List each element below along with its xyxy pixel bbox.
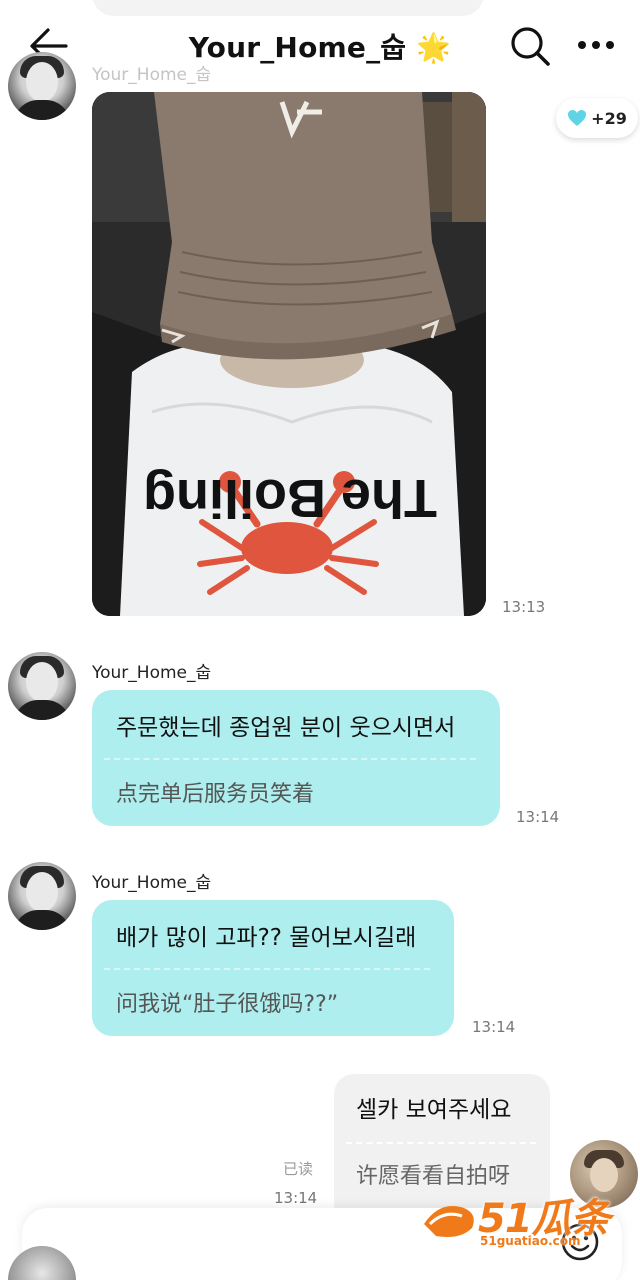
message-time: 13:14 bbox=[274, 1189, 318, 1207]
sender-name: Your_Home_숩 bbox=[92, 663, 212, 683]
message-time: 13:14 bbox=[516, 808, 560, 826]
message-original-text: 배가 많이 고파?? 물어보시길래 bbox=[116, 925, 417, 951]
message-original-text: 주문했는데 종업원 분이 웃으시면서 bbox=[116, 715, 456, 741]
message-bubble[interactable]: 배가 많이 고파?? 물어보시길래 问我说“肚子很饿吗??” bbox=[92, 900, 454, 1036]
photo-content: The Boiling bbox=[92, 92, 486, 616]
translation-divider bbox=[104, 968, 430, 970]
message-time: 13:14 bbox=[472, 1018, 516, 1036]
image-message[interactable]: The Boiling bbox=[92, 92, 486, 616]
reaction-count: +29 bbox=[591, 108, 627, 128]
search-button[interactable] bbox=[508, 24, 552, 68]
read-status: 已读 bbox=[283, 1160, 314, 1178]
search-icon bbox=[511, 27, 550, 66]
sender-name: Your_Home_숩 bbox=[92, 873, 212, 893]
watermark-logo-icon bbox=[424, 1206, 474, 1237]
message-time: 13:13 bbox=[502, 598, 546, 616]
heart-icon bbox=[568, 110, 587, 126]
watermark-url: 51guatiao.com bbox=[480, 1234, 581, 1248]
more-dots-icon bbox=[578, 41, 614, 49]
reaction-badge[interactable]: +29 bbox=[556, 98, 638, 138]
sender-avatar[interactable] bbox=[8, 52, 76, 120]
translation-divider bbox=[104, 758, 476, 760]
sender-avatar[interactable] bbox=[8, 862, 76, 930]
bib-text: The Boiling bbox=[143, 468, 437, 528]
sender-name: Your_Home_숩 bbox=[92, 65, 212, 85]
message-bubble[interactable]: 주문했는데 종업원 분이 웃으시면서 点完单后服务员笑着 bbox=[92, 690, 500, 826]
message-translation-text: 问我说“肚子很饿吗??” bbox=[116, 992, 339, 1017]
message-original-text: 셀카 보여주세요 bbox=[356, 1097, 512, 1123]
watermark: 51瓜条 51guatiao.com bbox=[420, 1184, 620, 1254]
message-translation-text: 点完单后服务员笑着 bbox=[116, 782, 315, 807]
more-options-button[interactable] bbox=[576, 30, 616, 60]
sender-avatar[interactable] bbox=[8, 652, 76, 720]
translation-divider bbox=[346, 1142, 536, 1144]
